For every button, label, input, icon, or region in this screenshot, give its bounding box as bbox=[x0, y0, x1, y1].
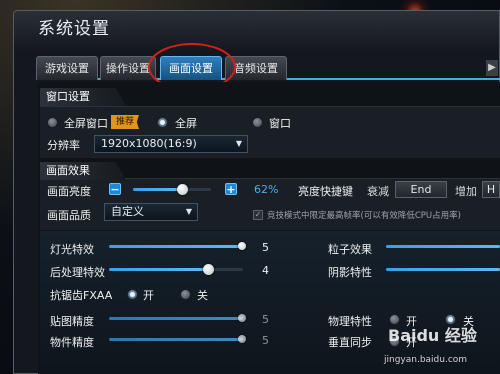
fullscreen-label: 全屏 bbox=[175, 117, 197, 130]
fxaa-on-radio[interactable] bbox=[127, 289, 138, 300]
shadow-label: 阴影特性 bbox=[328, 266, 372, 279]
quality-select[interactable]: 自定义 ▼ bbox=[104, 203, 198, 221]
fxaa-off-radio[interactable] bbox=[180, 289, 191, 300]
fullscreen-window-radio[interactable] bbox=[47, 117, 58, 128]
object-quality-value: 5 bbox=[262, 334, 269, 347]
window-settings-title: 窗口设置 bbox=[40, 88, 126, 106]
post-processing-fill bbox=[109, 268, 208, 271]
texture-quality-track bbox=[109, 317, 243, 320]
decrease-key-field[interactable]: End bbox=[395, 181, 447, 198]
quality-value: 自定义 bbox=[111, 205, 144, 218]
vsync-label: 垂直同步 bbox=[328, 336, 372, 349]
brightness-label: 画面亮度 bbox=[47, 185, 91, 198]
windowed-label: 窗口 bbox=[269, 117, 291, 130]
post-processing-value: 4 bbox=[262, 264, 269, 277]
tab-game-settings[interactable]: 游戏设置 bbox=[36, 56, 98, 80]
post-processing-handle[interactable] bbox=[203, 264, 214, 275]
tab-scroll-right-icon[interactable]: ▶ bbox=[486, 60, 498, 76]
light-effects-track bbox=[109, 245, 243, 248]
recommend-badge: 推荐 bbox=[111, 115, 140, 129]
light-effects-handle[interactable] bbox=[238, 242, 246, 250]
brightness-hotkey-label: 亮度快捷键 bbox=[298, 185, 353, 198]
increase-label: 增加 bbox=[455, 185, 477, 198]
brightness-minus-button[interactable]: − bbox=[109, 183, 121, 195]
shadow-track bbox=[386, 268, 500, 271]
particle-effects-label: 粒子效果 bbox=[328, 243, 372, 256]
baidu-watermark-logo: Baidu 经验 bbox=[388, 326, 477, 345]
brightness-value: 62% bbox=[254, 183, 279, 196]
resolution-label: 分辨率 bbox=[47, 139, 80, 152]
particle-effects-track bbox=[386, 245, 500, 248]
object-quality-label: 物件精度 bbox=[50, 336, 94, 349]
decrease-label: 衰减 bbox=[367, 185, 389, 198]
chevron-down-icon: ▼ bbox=[185, 207, 192, 216]
post-processing-label: 后处理特效 bbox=[50, 266, 105, 279]
texture-quality-value: 5 bbox=[262, 313, 269, 326]
fxaa-on-label: 开 bbox=[143, 289, 154, 302]
light-effects-label: 灯光特效 bbox=[50, 243, 94, 256]
fullscreen-window-label: 全屏窗口 bbox=[64, 117, 108, 130]
light-effects-value: 5 bbox=[262, 241, 269, 254]
fullscreen-radio[interactable] bbox=[157, 117, 168, 128]
brightness-slider-handle[interactable] bbox=[177, 184, 188, 195]
competitive-checkbox[interactable]: ✓ bbox=[253, 210, 263, 220]
brightness-fill bbox=[133, 188, 181, 191]
texture-quality-handle[interactable] bbox=[238, 314, 246, 322]
object-quality-track bbox=[109, 338, 243, 341]
windowed-radio[interactable] bbox=[252, 117, 263, 128]
tab-bar: 游戏设置 操作设置 画面设置 音频设置 ▶ bbox=[36, 56, 500, 80]
increase-key-field[interactable]: H bbox=[482, 181, 500, 198]
object-quality-handle[interactable] bbox=[238, 335, 246, 343]
fxaa-label: 抗锯齿FXAA bbox=[50, 289, 113, 302]
brightness-plus-button[interactable]: + bbox=[225, 183, 237, 195]
resolution-value: 1920x1080(16:9) bbox=[101, 137, 197, 150]
window-title: 系统设置 bbox=[38, 19, 110, 39]
baidu-watermark-url: jingyan.baidu.com bbox=[384, 355, 468, 365]
quality-label: 画面品质 bbox=[47, 209, 91, 222]
texture-quality-label: 贴图精度 bbox=[50, 315, 94, 328]
physics-label: 物理特性 bbox=[328, 315, 372, 328]
fxaa-off-label: 关 bbox=[197, 289, 208, 302]
competitive-note: 竞技模式中限定最高帧率(可以有效降低CPU占用率) bbox=[267, 211, 461, 221]
chevron-down-icon: ▼ bbox=[235, 139, 242, 148]
resolution-select[interactable]: 1920x1080(16:9) ▼ bbox=[94, 135, 248, 153]
effects-title: 画面效果 bbox=[40, 162, 126, 180]
